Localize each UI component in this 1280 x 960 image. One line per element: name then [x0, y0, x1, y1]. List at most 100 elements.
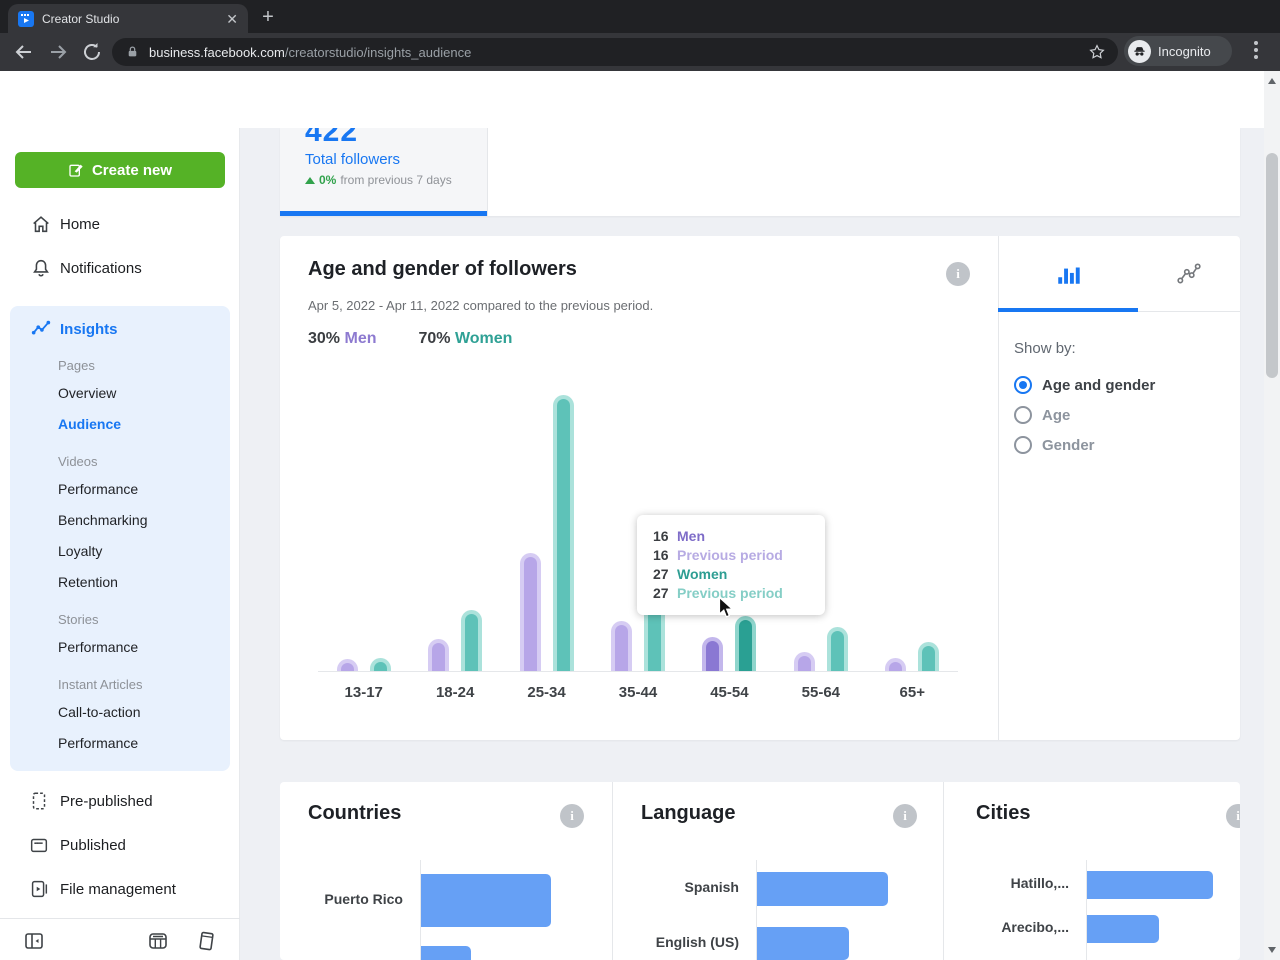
bar-women-18-24[interactable] — [465, 614, 479, 671]
forward-icon[interactable] — [46, 40, 70, 64]
tooltip-row: 27 Previous period — [653, 584, 825, 603]
file-management-icon — [31, 880, 48, 898]
bar-men-18-24[interactable] — [432, 642, 446, 671]
create-new-button[interactable]: Create new — [15, 152, 225, 188]
sidebar-item-performance[interactable]: Performance — [10, 632, 230, 663]
active-chart-tab-indicator — [998, 308, 1138, 312]
new-tab-button[interactable]: + — [256, 6, 280, 30]
bar-men-25-34[interactable] — [523, 557, 537, 671]
sidebar-item-performance[interactable]: Performance — [10, 474, 230, 505]
radio-icon[interactable] — [1014, 436, 1032, 454]
scroll-up-icon[interactable] — [1268, 78, 1276, 84]
scrollbar-thumb[interactable] — [1266, 153, 1278, 378]
scatter-line-icon — [1177, 263, 1201, 284]
sidebar-item-call-to-action[interactable]: Call-to-action — [10, 697, 230, 728]
radio-option-age[interactable]: Age — [1014, 406, 1070, 424]
card-countries: Countries i Puerto Rico — [280, 782, 612, 960]
incognito-icon — [1128, 39, 1151, 63]
bar-women-25-34[interactable] — [556, 399, 570, 671]
back-icon[interactable] — [12, 40, 36, 64]
h-bar-language-1[interactable] — [757, 927, 849, 960]
total-followers-label: Total followers — [305, 151, 401, 168]
h-bar-language-0[interactable] — [757, 872, 888, 906]
sidebar-section-header: Pages — [58, 358, 95, 373]
bar-label: Spanish — [684, 879, 739, 895]
sidebar: Create new Home Notifications Insights P… — [0, 128, 240, 960]
tab-title: Creator Studio — [42, 11, 120, 26]
sidebar-item-overview[interactable]: Overview — [10, 378, 230, 409]
insights-icon — [31, 320, 51, 335]
info-icon[interactable]: i — [893, 804, 917, 828]
tab-close-icon[interactable]: ✕ — [226, 12, 238, 26]
h-bar-cities-0[interactable] — [1087, 871, 1213, 899]
total-followers-stat-tab[interactable]: 422 Total followers 0% from previous 7 d… — [280, 128, 488, 216]
incognito-badge: Incognito — [1124, 36, 1232, 66]
x-axis-label: 25-34 — [527, 684, 566, 701]
bar-men-55-64[interactable] — [797, 655, 811, 671]
radio-selected-icon[interactable] — [1014, 376, 1032, 394]
sidebar-item-notifications[interactable]: Notifications — [0, 254, 240, 282]
incognito-label: Incognito — [1158, 43, 1211, 59]
bar-men-45-54[interactable] — [706, 640, 720, 671]
sidebar-item-insights[interactable]: Insights — [10, 314, 230, 344]
url-text: business.facebook.com/creatorstudio/insi… — [149, 44, 472, 60]
bar-women-35-44[interactable] — [648, 608, 661, 671]
scroll-down-icon[interactable] — [1268, 947, 1276, 953]
radio-option-gender[interactable]: Gender — [1014, 436, 1095, 454]
collapse-sidebar-icon[interactable] — [22, 929, 46, 953]
bar-label: Arecibo,... — [1001, 919, 1069, 935]
info-icon[interactable]: i — [560, 804, 584, 828]
content-table-icon[interactable] — [146, 929, 170, 953]
browser-menu-icon[interactable] — [1254, 41, 1258, 62]
lock-icon — [128, 46, 137, 57]
sidebar-item-published[interactable]: Published — [0, 832, 240, 858]
bar-women-45-54[interactable] — [739, 619, 753, 671]
page-scrollbar[interactable] — [1264, 71, 1280, 960]
info-icon[interactable]: i — [1226, 804, 1240, 828]
mouse-cursor — [718, 596, 734, 618]
h-bar-countries-1[interactable] — [421, 946, 471, 960]
followers-delta: 0% from previous 7 days — [305, 173, 452, 187]
app-header: Creator Studio ? — [0, 71, 1264, 191]
bar-women-55-64[interactable] — [830, 631, 844, 671]
browser-tab[interactable]: Creator Studio ✕ — [8, 4, 248, 33]
tooltip-label: Previous period — [677, 547, 783, 563]
bar-men-35-44[interactable] — [615, 625, 628, 671]
tab-line-chart[interactable] — [1138, 236, 1240, 312]
bar-women-65+[interactable] — [922, 646, 936, 671]
sidebar-item-home[interactable]: Home — [0, 210, 240, 238]
sidebar-item-loyalty[interactable]: Loyalty — [10, 536, 230, 567]
language-title: Language — [641, 802, 736, 824]
tooltip-row: 16 Previous period — [653, 546, 825, 565]
create-pencil-icon — [69, 164, 83, 177]
tooltip-value: 16 — [653, 547, 669, 563]
countries-title: Countries — [308, 802, 402, 824]
h-bar-countries-0[interactable] — [421, 874, 551, 927]
sidebar-item-benchmarking[interactable]: Benchmarking — [10, 505, 230, 536]
sidebar-section-header: Instant Articles — [58, 677, 143, 692]
radio-label: Age — [1042, 406, 1071, 424]
tab-bar-chart[interactable] — [998, 236, 1138, 312]
radio-icon[interactable] — [1014, 406, 1032, 424]
x-axis-label: 45-54 — [710, 684, 749, 701]
sidebar-item-audience[interactable]: Audience — [10, 409, 230, 440]
notes-book-icon[interactable] — [194, 929, 218, 953]
x-axis-label: 13-17 — [344, 684, 383, 701]
bar-chart-icon — [1058, 267, 1080, 284]
sidebar-item-performance[interactable]: Performance — [10, 728, 230, 759]
bookmark-star-icon[interactable] — [1088, 43, 1106, 61]
bar-women-13-17[interactable] — [373, 661, 387, 671]
show-by-label: Show by: — [1014, 340, 1076, 357]
tab-favicon-icon — [18, 10, 34, 27]
sidebar-footer — [0, 918, 240, 960]
sidebar-item-retention[interactable]: Retention — [10, 567, 230, 598]
age-gender-card: Age and gender of followers i Apr 5, 202… — [280, 236, 1240, 740]
address-bar[interactable]: business.facebook.com/creatorstudio/insi… — [112, 38, 1118, 66]
radio-option-age-and-gender[interactable]: Age and gender — [1014, 376, 1155, 394]
sidebar-item-pre-published[interactable]: Pre-published — [0, 788, 240, 814]
bar-men-13-17[interactable] — [340, 663, 354, 671]
h-bar-cities-1[interactable] — [1087, 915, 1159, 943]
sidebar-item-file-management[interactable]: File management — [0, 876, 240, 902]
card-cities: Cities i Hatillo,... Arecibo,... — [944, 782, 1240, 960]
reload-icon[interactable] — [80, 40, 104, 64]
